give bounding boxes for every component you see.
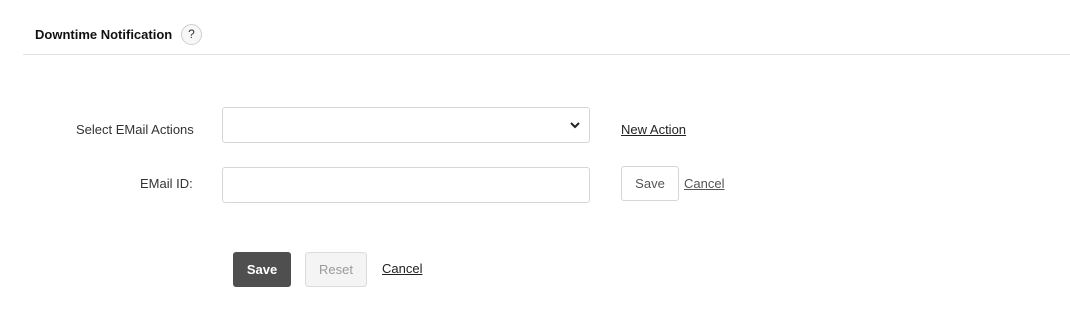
email-actions-select[interactable] (222, 107, 590, 143)
new-action-link[interactable]: New Action (621, 122, 686, 137)
email-id-label: EMail ID: (140, 176, 193, 191)
save-button[interactable]: Save (233, 252, 291, 287)
page-header: Downtime Notification ? (23, 0, 1070, 55)
page-title: Downtime Notification (35, 27, 173, 42)
email-save-button[interactable]: Save (621, 166, 679, 201)
email-id-input[interactable] (222, 167, 590, 203)
cancel-link[interactable]: Cancel (382, 261, 422, 276)
help-icon[interactable]: ? (181, 24, 202, 45)
select-email-actions-label: Select EMail Actions (76, 122, 194, 137)
chevron-down-icon (570, 122, 580, 129)
reset-button[interactable]: Reset (305, 252, 367, 287)
email-cancel-link[interactable]: Cancel (684, 176, 724, 191)
